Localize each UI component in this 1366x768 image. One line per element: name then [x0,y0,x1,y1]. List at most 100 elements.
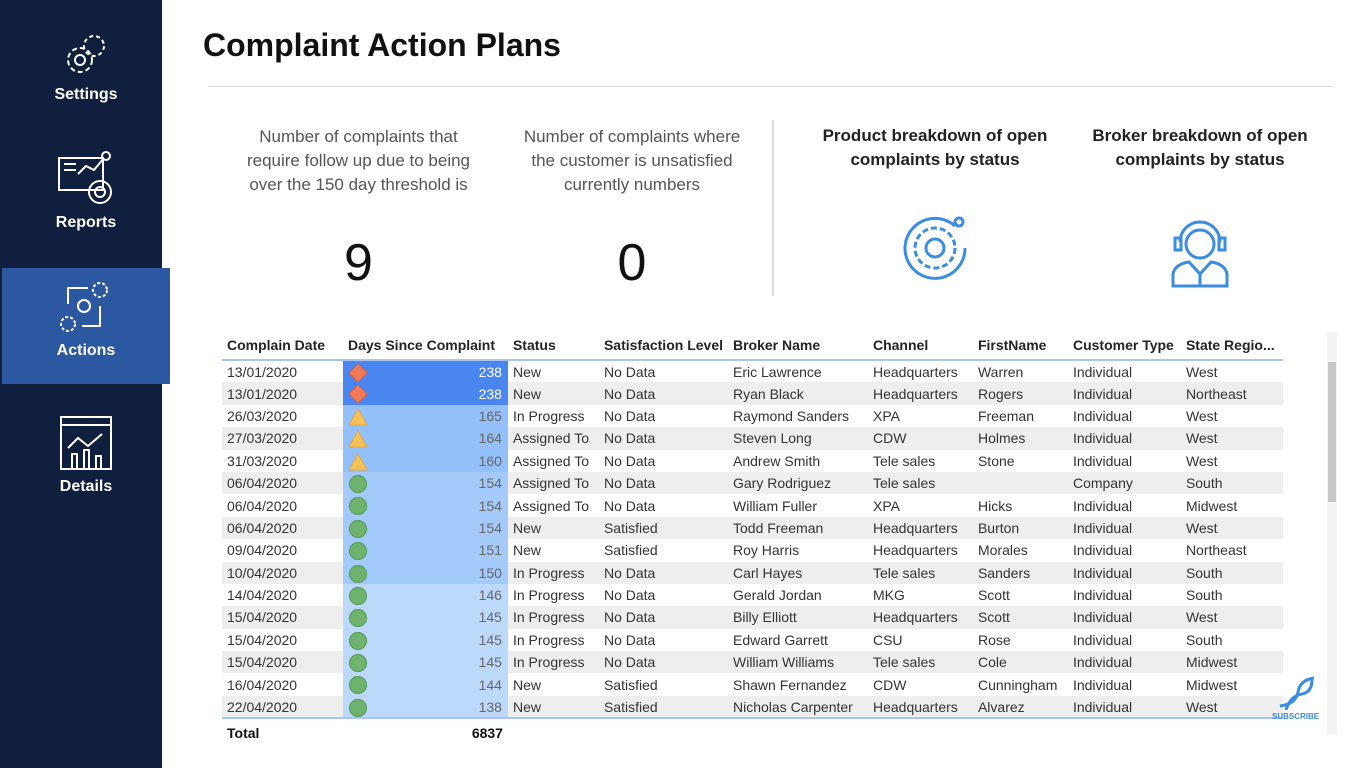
nav-actions[interactable]: Actions [2,268,170,384]
column-header[interactable]: Satisfaction Level [598,330,728,361]
table-row[interactable]: 22/04/2020 138 New Satisfied Nicholas Carpen… [222,695,1283,719]
table-cell: No Data [603,363,656,380]
divider [772,120,774,296]
table-cell: New [507,516,599,540]
table-cell: 14/04/2020 [227,587,298,604]
scrollbar-thumb[interactable] [1328,362,1336,502]
table-cell: Tele sales [867,561,973,584]
table-row[interactable]: 10/04/2020 150 In Progress No Data Carl Haye… [222,561,1283,584]
table-row[interactable]: 15/04/2020 145 In Progress No Data William W… [222,651,1283,674]
table-cell: Individual [1072,542,1133,559]
circle-status-icon [348,497,367,516]
page-title: Complaint Action Plans [203,27,561,63]
table-cell: CDW [872,676,907,693]
days-since-complaint-cell: 238 [342,382,508,405]
table-cell: 13/01/2020 [227,363,298,380]
column-header[interactable]: Channel [867,330,973,361]
actions-icon [60,282,108,332]
table-cell: In Progress [507,651,599,674]
table-row[interactable]: 15/04/2020 145 In Progress No Data Billy Ell… [222,606,1283,629]
table-cell: XPA [872,407,900,424]
table-cell: Company [1067,471,1181,495]
table-cell: 15/04/2020 [222,606,343,629]
kpi-text: Number of complaints that require follow… [246,127,471,194]
table-cell: Individual [1067,516,1181,540]
table-row[interactable]: 31/03/2020 160 Assigned To No Data Andrew Sm… [222,449,1283,472]
table-row[interactable]: 06/04/2020 154 New Satisfied Todd Freeman Hea… [222,516,1283,540]
column-header[interactable]: Status [507,330,599,361]
table-cell: Scott [972,606,1068,629]
column-header[interactable]: Complain Date [222,330,343,361]
column-header[interactable]: Customer Type [1067,330,1181,361]
days-since-complaint-cell: 165 [342,404,508,428]
days-since-complaint-cell: 238 [342,360,508,383]
nav-label: Details [59,478,113,495]
table-row[interactable]: 13/01/2020 238 New No Data Ryan Black Headqua… [222,382,1283,405]
table-cell: Midwest [1180,651,1283,674]
table-cell: 06/04/2020 [227,497,298,514]
table-cell: Headquarters [867,516,973,540]
product-breakdown-card[interactable]: Product breakdown of open complaints by … [810,124,1060,288]
days-value: 138 [478,698,502,715]
table-cell: South [1185,631,1223,648]
days-since-complaint-cell: 145 [342,628,508,652]
table-cell: 06/04/2020 [222,471,343,495]
table-row[interactable]: 14/04/2020 146 In Progress No Data Gerald Jo… [222,583,1283,607]
table-cell: CDW [867,427,973,450]
table-cell: Holmes [972,427,1068,450]
table-cell: No Data [603,631,656,648]
table-cell: Assigned To [507,471,599,495]
table-cell: Rose [977,631,1011,648]
table-cell: Tele sales [872,452,936,469]
table-row[interactable]: 16/04/2020 144 New Satisfied Shawn Fernandez… [222,673,1283,696]
card-title: Product breakdown of open complaints by … [822,126,1048,169]
days-value: 154 [478,497,502,514]
table-cell: West [1185,452,1218,469]
nav-label: Reports [55,214,117,231]
table-row[interactable]: 06/04/2020 154 Assigned To No Data William F… [222,494,1283,517]
days-since-complaint-cell: 151 [342,539,508,562]
kpi-overdue: Number of complaints that require follow… [236,125,481,293]
table-cell: West [1185,363,1218,380]
table-row[interactable]: 15/04/2020 145 In Progress No Data Edward Ga… [222,628,1283,652]
table-cell: 27/03/2020 [222,427,343,450]
table-cell: Tele sales [867,471,973,495]
table-cell: South [1180,471,1283,495]
column-header[interactable]: FirstName [972,330,1068,361]
table-cell: XPA [872,497,900,514]
broker-breakdown-card[interactable]: Broker breakdown of open complaints by s… [1075,124,1325,288]
table-cell: West [1180,427,1283,450]
table-cell: Andrew Smith [733,452,821,469]
table-cell: No Data [598,427,728,450]
days-value: 146 [478,587,502,604]
kpi-value: 9 [344,234,373,292]
column-header[interactable]: Days Since Complaint [342,330,508,361]
table-cell: Individual [1072,497,1133,514]
table-row[interactable]: 27/03/2020 164 Assigned To No Data Steven Lo… [222,427,1283,450]
nav-label: Actions [56,342,116,359]
table-row[interactable]: 26/03/2020 165 In Progress No Data Raymond S… [222,404,1283,428]
table-cell: CSU [872,631,903,648]
table-cell: 31/03/2020 [227,452,298,469]
table-cell: Eric Lawrence [733,363,822,380]
table-row[interactable]: 06/04/2020 154 Assigned To No Data Gary Rodr… [222,471,1283,495]
table-scrollbar[interactable] [1327,332,1337,734]
nav-settings[interactable]: Settings [2,28,170,144]
table-cell: South [1180,561,1283,584]
table-cell: Shawn Fernandez [733,676,847,693]
days-value: 238 [478,363,502,380]
table-cell: Northeast [1180,382,1283,405]
table-cell: New [507,382,599,405]
days-since-complaint-cell: 144 [342,673,508,696]
nav-reports[interactable]: Reports [2,150,170,266]
circle-status-icon [348,586,367,605]
nav-details[interactable]: Details [2,414,170,530]
column-header[interactable]: Broker Name [728,330,868,361]
table-cell: Nicholas Carpenter [728,695,868,719]
table-row[interactable]: 13/01/2020 238 New No Data Eric Lawrence Head… [222,360,1283,383]
diamond-status-icon [348,385,368,405]
column-header[interactable]: State Regio... [1180,330,1283,361]
table-cell: West [1180,695,1283,719]
table-row[interactable]: 09/04/2020 151 New Satisfied Roy Harris Headq… [222,539,1283,562]
table-cell: Freeman [977,407,1034,424]
